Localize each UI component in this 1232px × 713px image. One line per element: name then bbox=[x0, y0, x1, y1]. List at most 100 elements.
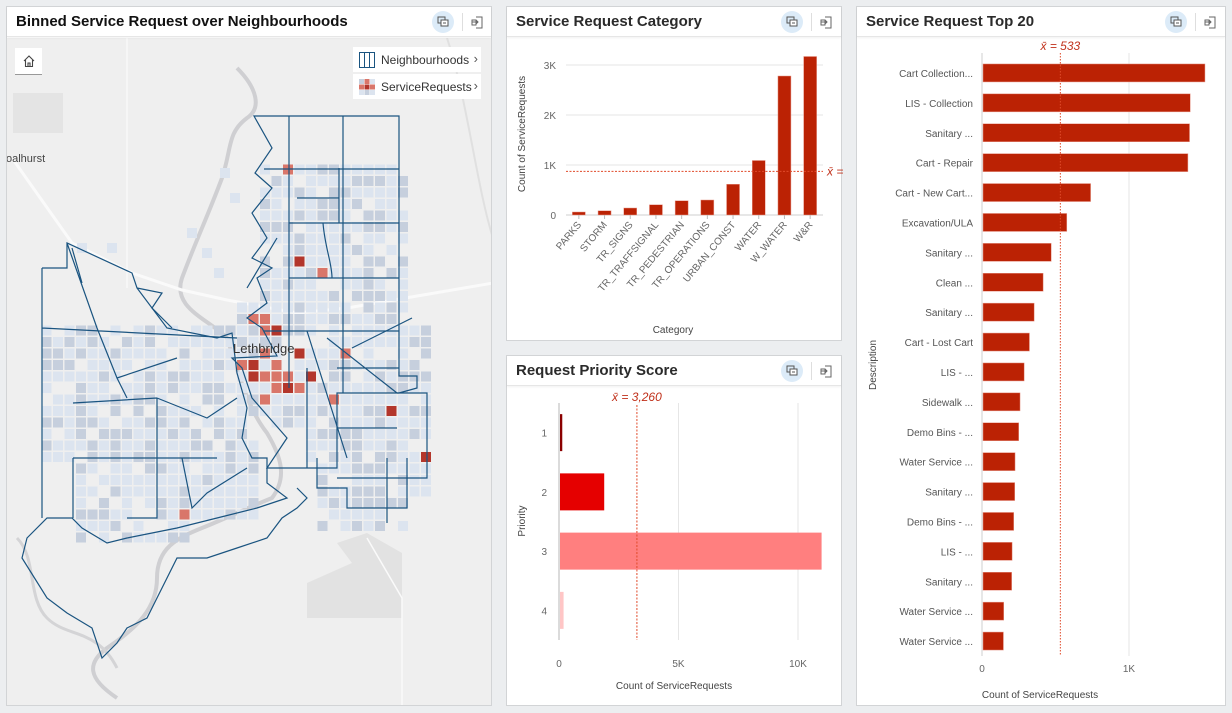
bin-cell bbox=[317, 348, 328, 359]
bin-cell bbox=[260, 383, 270, 393]
bin-cell bbox=[260, 210, 270, 221]
bar[interactable] bbox=[982, 631, 1004, 651]
bin-cell bbox=[260, 360, 270, 370]
bar[interactable] bbox=[752, 160, 766, 216]
bar[interactable] bbox=[982, 452, 1016, 471]
bin-cell bbox=[76, 532, 86, 543]
bar[interactable] bbox=[674, 200, 689, 216]
bar[interactable] bbox=[572, 211, 586, 216]
bar[interactable] bbox=[777, 75, 792, 216]
x-axis-title: Count of ServiceRequests bbox=[616, 681, 732, 692]
bar[interactable] bbox=[982, 302, 1035, 322]
expand-panel-button[interactable] bbox=[815, 11, 837, 33]
bar[interactable] bbox=[982, 512, 1014, 531]
bin-cell bbox=[76, 498, 86, 508]
bin-cell bbox=[191, 429, 201, 439]
bin-cell bbox=[271, 222, 282, 232]
bar[interactable] bbox=[982, 63, 1206, 83]
bin-cell bbox=[145, 486, 155, 497]
river bbox=[15, 536, 119, 669]
bin-cell bbox=[317, 406, 328, 416]
bar[interactable] bbox=[560, 414, 563, 452]
bin-cell bbox=[99, 429, 109, 439]
bin-cell bbox=[386, 268, 397, 278]
bin-cell bbox=[398, 417, 408, 428]
bin-cell bbox=[271, 314, 282, 324]
bin-cell bbox=[386, 371, 397, 382]
bin-cell bbox=[145, 383, 155, 393]
home-button[interactable] bbox=[15, 48, 42, 75]
bar[interactable] bbox=[560, 532, 822, 570]
bin-cell bbox=[168, 452, 178, 462]
bin-cell bbox=[87, 394, 98, 405]
bar[interactable] bbox=[982, 183, 1091, 202]
bar[interactable] bbox=[982, 362, 1025, 382]
bin-cell bbox=[294, 394, 305, 405]
bar[interactable] bbox=[982, 153, 1189, 172]
bar[interactable] bbox=[649, 204, 663, 216]
map-view[interactable]: Neighbourhoods › ServiceRequests › oalhu… bbox=[7, 38, 491, 705]
bar[interactable] bbox=[982, 572, 1012, 591]
bin-cell bbox=[329, 291, 339, 301]
bin-cell bbox=[237, 452, 247, 462]
bin-cell bbox=[283, 302, 293, 313]
bar[interactable] bbox=[982, 332, 1030, 352]
bar[interactable] bbox=[982, 482, 1016, 501]
bin-cell bbox=[363, 314, 374, 324]
selection-filter-button[interactable] bbox=[781, 11, 803, 33]
bar[interactable] bbox=[982, 392, 1021, 412]
bar[interactable] bbox=[982, 422, 1019, 441]
bin-cell bbox=[133, 348, 144, 359]
bin-cell bbox=[363, 521, 374, 531]
legend-item-neighbourhoods[interactable]: Neighbourhoods › bbox=[353, 47, 481, 72]
selection-filter-button[interactable] bbox=[432, 11, 454, 33]
bar[interactable] bbox=[597, 210, 612, 216]
bin-cell bbox=[145, 498, 155, 508]
bin-cell bbox=[421, 417, 431, 428]
expand-panel-button[interactable] bbox=[815, 360, 837, 382]
bin-cell bbox=[363, 429, 374, 439]
y-tick-label: Demo Bins - ... bbox=[907, 428, 973, 439]
bar[interactable] bbox=[560, 591, 564, 629]
selection-filter-button[interactable] bbox=[1165, 11, 1187, 33]
bar[interactable] bbox=[982, 542, 1013, 561]
bar[interactable] bbox=[700, 199, 715, 216]
bar[interactable] bbox=[982, 243, 1052, 262]
bar[interactable] bbox=[982, 123, 1190, 142]
bin-cell bbox=[53, 360, 63, 370]
bin-cell bbox=[145, 337, 155, 347]
bin-cell bbox=[352, 452, 362, 462]
expand-panel-button[interactable] bbox=[1199, 11, 1221, 33]
bar[interactable] bbox=[726, 184, 740, 216]
x-tick-label: 1K bbox=[1123, 664, 1136, 675]
bin-cell bbox=[329, 268, 339, 278]
bin-cell bbox=[421, 486, 431, 497]
bar[interactable] bbox=[982, 213, 1068, 232]
bin-cell bbox=[363, 475, 374, 485]
legend-item-servicerequests[interactable]: ServiceRequests › bbox=[353, 74, 481, 99]
bar[interactable] bbox=[623, 207, 637, 216]
bin-cell bbox=[409, 452, 420, 462]
bin-cell bbox=[168, 509, 178, 520]
bar[interactable] bbox=[803, 56, 817, 216]
bin-cell bbox=[156, 509, 167, 520]
bin-cell bbox=[375, 429, 385, 439]
place-label-lethbridge: Lethbridge bbox=[233, 341, 295, 356]
bar[interactable] bbox=[982, 601, 1004, 621]
bin-cell bbox=[340, 187, 351, 198]
bin-cell bbox=[133, 440, 144, 451]
bin-cell bbox=[283, 291, 293, 301]
bin-cell bbox=[317, 440, 328, 451]
bin-cell bbox=[237, 475, 247, 485]
bin-cell bbox=[375, 199, 385, 209]
selection-filter-button[interactable] bbox=[781, 360, 803, 382]
bar[interactable] bbox=[982, 273, 1044, 292]
expand-panel-button[interactable] bbox=[466, 11, 488, 33]
y-tick-label: Water Service ... bbox=[899, 607, 973, 618]
bin-cell bbox=[317, 268, 328, 278]
bin-cell bbox=[352, 176, 362, 186]
bar[interactable] bbox=[560, 473, 605, 511]
neighbourhood bbox=[136, 287, 173, 329]
bin-cell bbox=[363, 245, 374, 255]
bar[interactable] bbox=[982, 93, 1191, 113]
